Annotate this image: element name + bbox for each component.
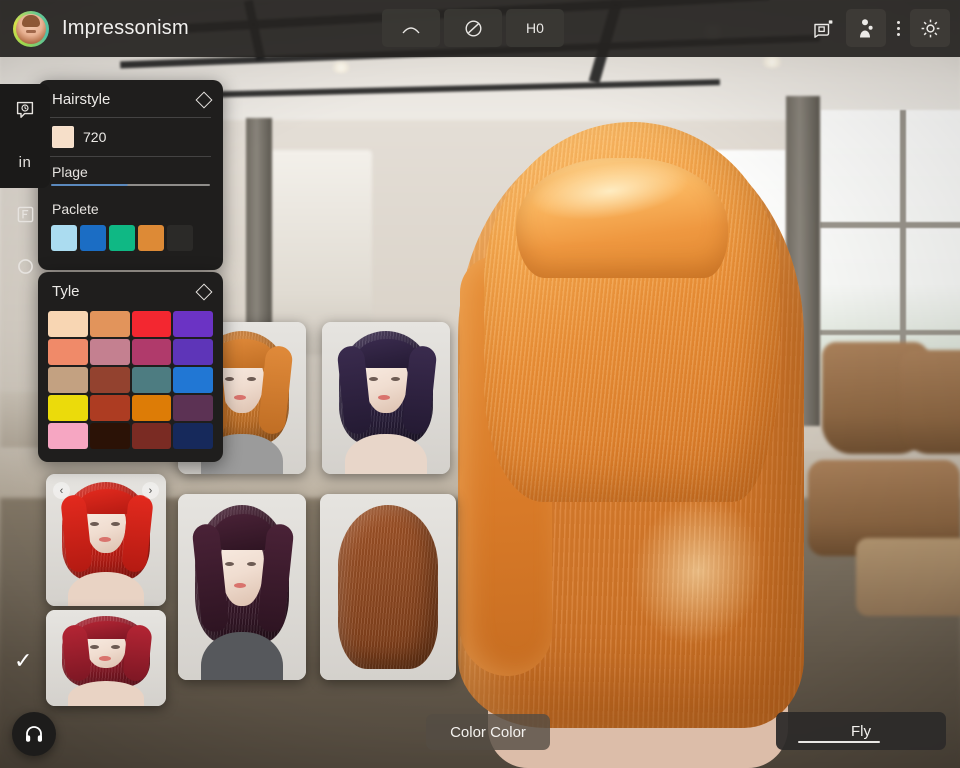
thumb-lips [98,656,111,662]
hairstyle-thumb-red-wavy[interactable] [46,610,166,706]
tyle-panel-header: Tyle [38,272,223,309]
avatar[interactable] [13,10,49,47]
sidebar-item-in[interactable]: in [0,136,50,188]
plage-label: Plage [52,164,88,180]
circle-slash-icon [464,19,482,37]
paclete-swatch-empty[interactable] [167,225,193,251]
ho-tool-button[interactable]: H0 [506,9,564,47]
person-icon-button[interactable] [846,9,886,47]
tyle-swatch-6[interactable] [131,339,172,365]
thumb-eye [247,561,257,566]
tyle-swatch-19[interactable] [173,423,213,449]
history-bubble-icon [16,101,34,118]
sidebar-item-frame[interactable] [0,188,50,240]
circle-icon [17,258,33,274]
gallery-next-button[interactable]: › [142,482,159,499]
fly-progress-bar[interactable] [798,741,880,743]
hairstyle-panel-title: Hairstyle [52,91,111,108]
tyle-swatch-17[interactable] [89,423,130,449]
paclete-palette-row [38,221,223,263]
tyle-panel-title: Tyle [52,283,80,300]
sidebar-item-circle[interactable] [0,240,50,292]
thumb-hair-back [337,505,439,669]
thumb-portrait [322,322,450,474]
top-header-bar: Impressonism H0 [0,0,960,57]
header-right-toolbar [803,9,950,47]
tyle-swatch-15[interactable] [173,395,213,421]
paclete-swatch-1[interactable] [80,225,106,251]
diamond-keyframe-icon[interactable] [195,283,213,300]
thumb-portrait [178,494,306,680]
tyle-swatch-0[interactable] [48,311,88,337]
thumb-hair-bangs [213,514,273,550]
headphones-icon [26,726,42,742]
tyle-swatch-18[interactable] [131,423,172,449]
page-title: Impressonism [62,17,189,39]
gear-icon [921,19,939,37]
tyle-swatch-1[interactable] [89,311,130,337]
hairstyle-panel: Hairstyle 720 Plage Paclete [38,80,223,270]
tyle-swatch-14[interactable] [131,395,172,421]
thumb-portrait [320,494,456,680]
camera-icon [813,19,832,38]
arc-icon [402,27,420,34]
tyle-panel: Tyle [38,272,223,462]
tyle-swatch-4[interactable] [48,339,88,365]
thumb-portrait [46,610,166,706]
avatar-image [16,13,46,44]
tyle-color-grid [38,309,223,461]
sidebar-item-label: in [18,153,32,171]
sidebar-item-history[interactable] [0,84,50,136]
tyle-swatch-13[interactable] [89,395,130,421]
hairstyle-thumb-purple-bob[interactable] [322,322,450,474]
left-icon-rail: in [0,84,50,292]
color-button[interactable]: Color Color [426,714,550,750]
tyle-swatch-9[interactable] [89,367,130,393]
arc-tool-button[interactable] [382,9,440,47]
app-root: Impressonism H0 in Hairstyle 720 Plage P… [0,0,960,768]
tyle-swatch-12[interactable] [48,395,88,421]
header-center-toolbar: H0 [382,9,564,47]
hairstyle-value-label: 720 [83,129,107,145]
confirm-check-icon[interactable]: ✓ [14,648,32,674]
settings-button[interactable] [910,9,950,47]
hairstyle-value-row: 720 [38,118,223,156]
paclete-label: Paclete [52,201,99,217]
circle-slash-tool-button[interactable] [444,9,502,47]
tyle-swatch-10[interactable] [131,367,172,393]
hairstyle-thumb-plum-ombre[interactable] [178,494,306,680]
tyle-swatch-8[interactable] [48,367,88,393]
character-model[interactable] [400,66,870,768]
tyle-swatch-2[interactable] [131,311,172,337]
fly-button[interactable]: Fly [776,712,946,750]
tyle-swatch-11[interactable] [173,367,213,393]
tyle-swatch-5[interactable] [89,339,130,365]
diamond-keyframe-icon[interactable] [195,91,213,108]
hairstyle-thumb-auburn-back[interactable] [320,494,456,680]
paclete-swatch-3[interactable] [138,225,164,251]
tyle-swatch-16[interactable] [48,423,88,449]
hairstyle-thumb-red-long[interactable]: ‹ › [46,474,166,606]
plage-slider[interactable] [51,184,210,186]
headphones-fab[interactable] [12,712,56,756]
paclete-swatch-2[interactable] [109,225,135,251]
hairstyle-color-swatch[interactable] [52,126,74,148]
more-options-button[interactable] [889,9,907,47]
tyle-swatch-3[interactable] [173,311,213,337]
tyle-swatch-7[interactable] [173,339,213,365]
paclete-swatch-0[interactable] [51,225,77,251]
fly-button-label: Fly [851,722,871,740]
person-icon [859,18,873,37]
hairstyle-panel-header: Hairstyle [38,80,223,117]
header-left-group: Impressonism [0,10,189,47]
frame-icon [17,206,33,222]
thumb-eye [110,645,120,650]
camera-icon-button[interactable] [803,9,843,47]
gallery-prev-button[interactable]: ‹ [53,482,70,499]
more-options-icon [896,20,900,36]
